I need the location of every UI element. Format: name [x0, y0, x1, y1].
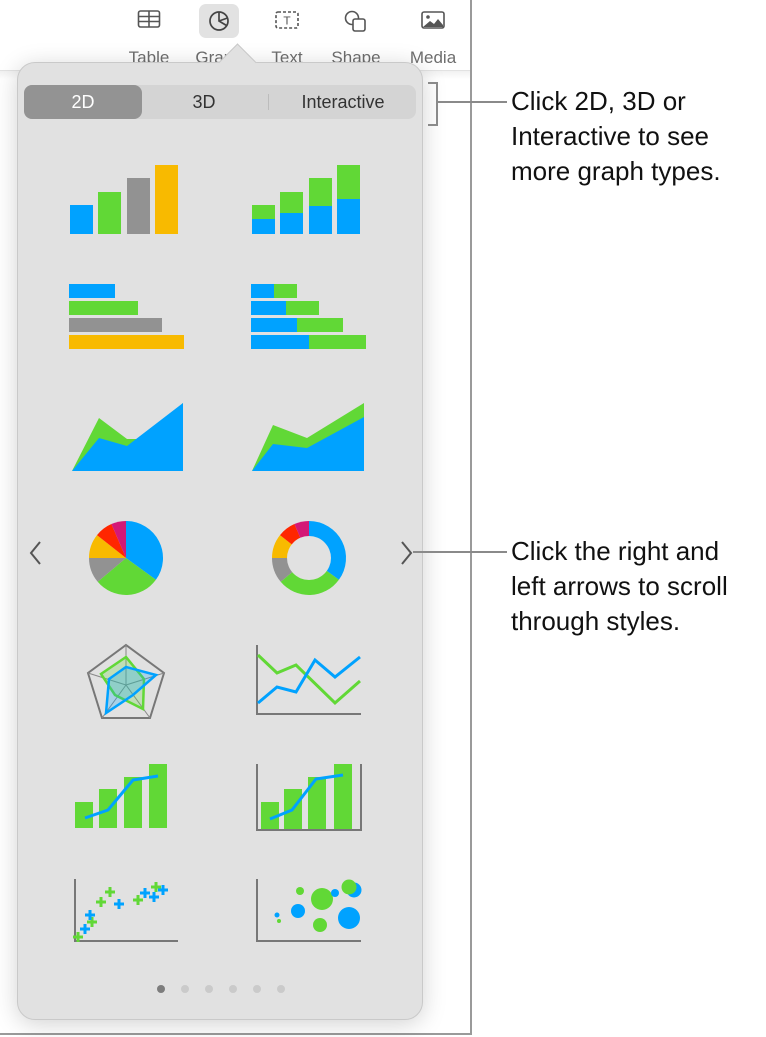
callout-arrows-text: Click the right and left arrows to scrol…: [511, 534, 728, 639]
chart-type-scatter[interactable]: [60, 863, 200, 963]
page-dot-1[interactable]: [157, 985, 165, 993]
toolbar-media-button[interactable]: Media: [398, 4, 468, 67]
previous-styles-button[interactable]: [26, 538, 46, 568]
dimension-segmented-control: 2D 3D Interactive: [24, 85, 416, 119]
page-dot-2[interactable]: [181, 985, 189, 993]
callout-line-arrows: [413, 551, 507, 553]
toolbar-text-button[interactable]: T Text: [252, 4, 322, 67]
tab-2d[interactable]: 2D: [24, 85, 142, 119]
chart-type-donut[interactable]: [242, 503, 382, 603]
stacked-area-chart-icon: [252, 403, 364, 471]
bar-chart-icon: [69, 284, 184, 349]
callout-segments-text: Click 2D, 3D or Interactive to see more …: [511, 84, 721, 189]
callout-line: Interactive to see: [511, 121, 709, 151]
chart-type-stacked-column[interactable]: [242, 153, 382, 253]
page-dot-6[interactable]: [277, 985, 285, 993]
chevron-right-icon: [401, 541, 413, 565]
area-chart-icon: [72, 403, 183, 471]
chart-type-column[interactable]: [60, 153, 200, 253]
page-dot-4[interactable]: [229, 985, 237, 993]
toolbar-shape-button[interactable]: Shape: [321, 4, 391, 67]
chart-type-mixed[interactable]: [60, 748, 200, 848]
chart-type-bar[interactable]: [60, 273, 200, 373]
stacked-bar-chart-icon: [251, 284, 366, 349]
svg-text:T: T: [283, 15, 291, 28]
pie-chart-icon: [199, 4, 239, 38]
scatter-chart-icon: [73, 879, 178, 942]
callout-line: left arrows to scroll: [511, 571, 728, 601]
chevron-left-icon: [29, 541, 41, 565]
callout-bracket: [428, 82, 438, 126]
chart-type-bubble[interactable]: [242, 863, 382, 963]
bubble-chart-icon: [256, 879, 362, 942]
photo-icon: [413, 4, 453, 38]
chart-type-pie[interactable]: [60, 503, 200, 603]
callout-line: more graph types.: [511, 156, 721, 186]
page-dot-3[interactable]: [205, 985, 213, 993]
page-dot-5[interactable]: [253, 985, 261, 993]
next-styles-button[interactable]: [396, 538, 416, 568]
pie-chart-thumbnail: [89, 521, 164, 595]
shape-icon: [336, 4, 376, 38]
tab-interactive[interactable]: Interactive: [270, 85, 416, 119]
two-axis-chart-icon: [256, 764, 362, 831]
callout-line-segments: [437, 101, 507, 103]
donut-chart-thumbnail: [272, 521, 347, 595]
chart-type-stacked-area[interactable]: [242, 393, 382, 493]
callout-line: Click 2D, 3D or: [511, 86, 686, 116]
chart-type-line[interactable]: [242, 633, 382, 733]
chart-type-two-axis[interactable]: [242, 748, 382, 848]
stacked-column-chart-icon: [252, 165, 360, 234]
callout-line: Click the right and: [511, 536, 720, 566]
text-box-icon: T: [267, 4, 307, 38]
segment-divider: [268, 94, 269, 110]
line-chart-icon: [256, 645, 361, 715]
chart-type-radar[interactable]: [60, 633, 200, 733]
toolbar-table-button[interactable]: Table: [114, 4, 184, 67]
table-icon: [129, 4, 169, 38]
chart-type-area[interactable]: [60, 393, 200, 493]
column-chart-icon: [70, 165, 178, 234]
callout-line: through styles.: [511, 606, 681, 636]
radar-chart-icon: [86, 643, 166, 719]
mixed-chart-icon: [75, 764, 167, 828]
tab-3d[interactable]: 3D: [142, 85, 266, 119]
chart-type-stacked-bar[interactable]: [242, 273, 382, 373]
chart-picker-popover: 2D 3D Interactive: [17, 43, 423, 1020]
